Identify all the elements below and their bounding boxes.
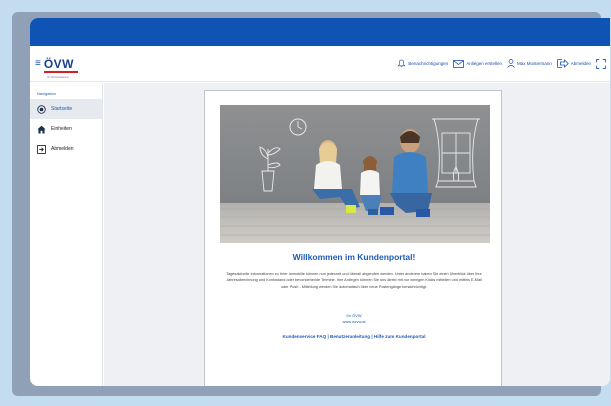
sidebar-item-einheiten[interactable]: Einheiten bbox=[30, 119, 102, 139]
welcome-title: Willkommen im Kundenportal! bbox=[292, 252, 416, 262]
family-photo bbox=[220, 105, 490, 243]
sidebar-item-startseite[interactable]: Startseite bbox=[30, 99, 102, 119]
target-icon bbox=[37, 104, 46, 114]
create-request-label: Anliegen erstellen bbox=[466, 61, 502, 66]
main-content: Willkommen im Kundenportal! Tagesaktuell… bbox=[104, 83, 610, 386]
logout-icon bbox=[556, 59, 569, 68]
sidebar-item-label: Abmelden bbox=[51, 146, 74, 152]
notifications-button[interactable]: Benachrichtigungen bbox=[397, 59, 448, 68]
app-window: ≡ ÖVW Ihr Wohnbaupartner Benachrichtigun… bbox=[30, 18, 610, 386]
fullscreen-icon bbox=[596, 58, 606, 69]
user-icon bbox=[507, 59, 515, 68]
logo[interactable]: ≡ ÖVW bbox=[35, 56, 79, 73]
logo-subtitle: Ihr Wohnbaupartner bbox=[47, 76, 70, 79]
header-actions: Benachrichtigungen Anliegen erstellen Ma… bbox=[397, 58, 606, 69]
user-menu-button[interactable]: Max Mustermann bbox=[507, 59, 552, 68]
fullscreen-button[interactable] bbox=[596, 58, 606, 69]
logo-text: ÖVW bbox=[43, 56, 79, 73]
bell-icon bbox=[397, 59, 406, 68]
welcome-card: Willkommen im Kundenportal! Tagesaktuell… bbox=[204, 90, 502, 386]
signature: Ihr ÖVW www.oevw.at bbox=[205, 313, 503, 324]
sidebar: Navigation Startseite Einheiten Abmelden bbox=[30, 83, 103, 386]
house-icon bbox=[37, 125, 46, 133]
intro-text: Tagesaktuelle Informationen zu Ihrer Imm… bbox=[226, 272, 482, 289]
help-links[interactable]: Kundenservice FAQ | Benutzeranleitung | … bbox=[205, 334, 503, 339]
sidebar-item-abmelden[interactable]: Abmelden bbox=[30, 139, 102, 159]
website-link[interactable]: www.oevw.at bbox=[205, 319, 503, 325]
sidebar-item-label: Startseite bbox=[51, 106, 73, 112]
window-titlebar bbox=[30, 18, 610, 46]
sidebar-header: Navigation bbox=[37, 91, 56, 96]
sidebar-item-label: Einheiten bbox=[51, 126, 72, 132]
logout-icon bbox=[37, 144, 46, 154]
logout-button[interactable]: Abmelden bbox=[556, 59, 591, 68]
app-header: ≡ ÖVW Ihr Wohnbaupartner Benachrichtigun… bbox=[30, 46, 610, 82]
hero-image bbox=[220, 105, 490, 243]
notifications-label: Benachrichtigungen bbox=[408, 61, 449, 66]
envelope-icon bbox=[453, 59, 465, 68]
logout-label: Abmelden bbox=[570, 61, 591, 66]
menu-icon[interactable]: ≡ bbox=[35, 58, 41, 69]
create-request-button[interactable]: Anliegen erstellen bbox=[453, 59, 502, 68]
user-name-label: Max Mustermann bbox=[516, 61, 552, 66]
